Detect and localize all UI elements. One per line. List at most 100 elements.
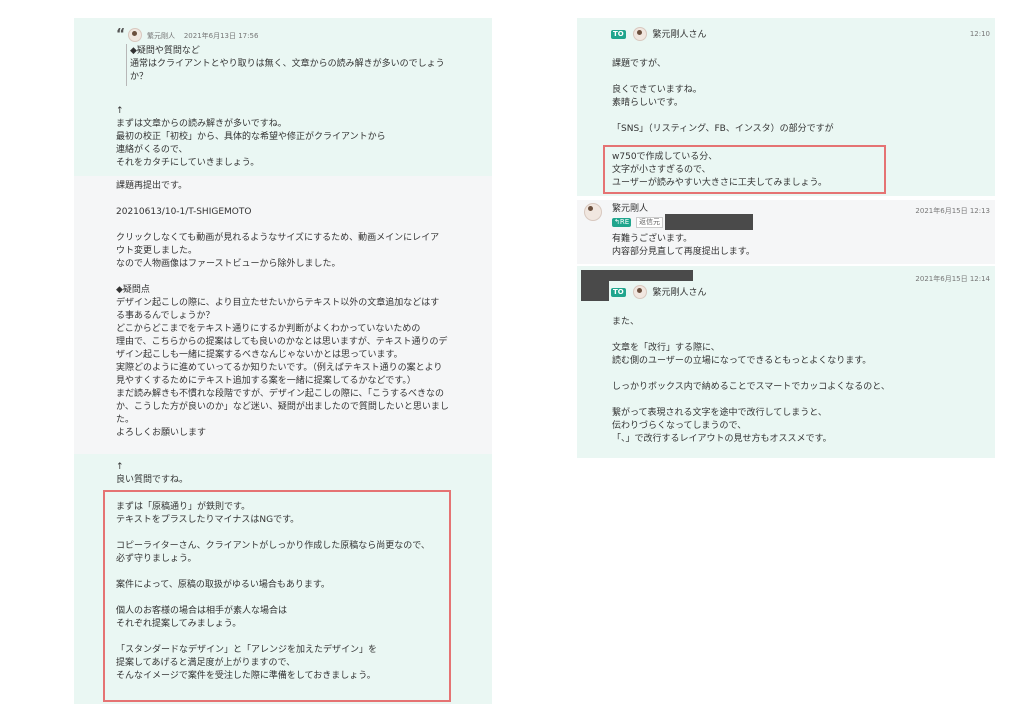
msg-line <box>612 329 987 342</box>
re-label: RE <box>619 218 630 226</box>
student-line: デザイン起こしの際に、より目立たせたいからテキスト以外の文章追加などはす <box>116 298 440 308</box>
msg-line: 文字が小さすぎるので、 <box>612 165 711 175</box>
quote-date: 2021年6月13日 17:56 <box>183 31 259 40</box>
student-line: よろしくお願いします <box>116 428 207 438</box>
quote-header: “ 繁元剛人 2021年6月13日 17:56 <box>116 28 476 43</box>
msg2-date: 2021年6月15日 12:13 <box>915 207 990 215</box>
reply-line: それをカタチにしていきましょう。 <box>116 158 260 168</box>
reply-line: 良い質問ですね。 <box>116 475 189 485</box>
student-line: 見やすくするためにテキスト追加する案を一緒に提案してるかなどです。） <box>116 376 416 386</box>
msg-line: ユーザーが読みやすい大きさに工夫してみましょう。 <box>612 178 828 188</box>
student-text: 課題再提出です。 20210613/10-1/T-SHIGEMOTO クリックし… <box>116 180 486 440</box>
msg-line: 伝わりづらくなってしまうので、 <box>612 421 747 431</box>
msg-line: 良くできていますね。 <box>612 85 702 95</box>
reply-line: テキストをプラスしたりマイナスはNGです。 <box>116 515 300 525</box>
reply-source-tag[interactable]: 返信元 <box>636 217 664 228</box>
reply-line: まずは文章からの読み解きが多いですね。 <box>116 119 287 129</box>
student-line <box>116 193 486 206</box>
reply-line: ↑ <box>116 462 124 472</box>
redacted-block <box>581 281 609 301</box>
reply-line <box>116 527 446 540</box>
reply-line: 案件によって、原稿の取扱がゆるい場合もあります。 <box>116 580 330 590</box>
avatar <box>584 203 602 221</box>
reply-line <box>116 566 446 579</box>
student-line: どこからどこまでをテキスト通りにするか判断がよくわかっていないための <box>116 324 421 334</box>
reply-line: 個人のお客様の場合は相手が素人な場合は <box>116 606 288 616</box>
student-line: ウト変更しました。 <box>116 246 198 256</box>
student-line: ◆疑問点 <box>116 285 150 295</box>
msg3-header: TO 繁元剛人さん <box>611 285 981 300</box>
msg3-text: また、 文章を「改行」する際に、 読む側のユーザーの立場になってできるともっとよ… <box>612 316 987 446</box>
reply-box-text: まずは「原稿通り」が鉄則です。 テキストをプラスしたりマイナスはNGです。 コピ… <box>116 501 446 683</box>
reply-line: ↑ <box>116 106 124 116</box>
student-line: 理由で、こちらからの提案はしても良いのかなとは思いますが、テキスト通りのデ <box>116 337 448 347</box>
quote-text: ◆疑問や質問など 通常はクライアントとやり取りは無く、文章からの読み解きが多いの… <box>130 45 470 84</box>
msg2-text: 有難うございます。 内容部分見直して再度提出します。 <box>612 233 982 259</box>
student-line: 実際どのように進めていってるか知りたいです。（例えばテキスト通りの案とより <box>116 363 443 373</box>
msg2-re-row[interactable]: ↰RE 返信元 <box>612 217 664 230</box>
msg2-avatar-wrap <box>584 203 602 221</box>
msg-line: 「SNS」（リスティング、FB、インスタ）の部分ですが <box>612 124 834 134</box>
reply-line: まずは「原稿通り」が鉄則です。 <box>116 502 251 512</box>
msg-line: 「、」で改行するレイアウトの見せ方もオススメです。 <box>612 434 832 444</box>
reply-line: それぞれ提案してみましょう。 <box>116 619 242 629</box>
student-line: 20210613/10-1/T-SHIGEMOTO <box>116 207 252 217</box>
reply-to-badge[interactable]: ↰RE <box>612 218 632 227</box>
msg-line: 文章を「改行」する際に、 <box>612 343 720 353</box>
reply-text-2: ↑ 良い質問ですね。 <box>116 461 486 487</box>
reply-line: 連絡がくるので、 <box>116 145 188 155</box>
quote-bar <box>126 44 127 86</box>
quote-mark-icon: “ <box>116 26 126 43</box>
student-line: まだ読み解きも不慣れな段階ですが、デザイン起こしの際に、「こうするべきなの <box>116 389 445 399</box>
quote-line: か？ <box>130 72 149 82</box>
student-line <box>116 271 486 284</box>
redacted-block <box>665 214 753 230</box>
msg-line <box>612 110 982 123</box>
msg1-header: TO 繁元剛人さん <box>611 27 981 42</box>
student-line: なので人物画像はファーストビューから除外しました。 <box>116 259 341 269</box>
msg-line: 課題ですが、 <box>612 59 666 69</box>
reply-line <box>116 592 446 605</box>
msg-line <box>612 368 987 381</box>
reply-line: 「スタンダードなデザイン」と「アレンジを加えたデザイン」を <box>116 645 378 655</box>
msg-line: 繋がって表現される文字を途中で改行してしまうと、 <box>612 408 827 418</box>
student-line <box>116 219 486 232</box>
student-line: か、こうした方が良いのか」など迷い、疑問が出ましたので質問したいと思いまし <box>116 402 449 412</box>
to-badge: TO <box>611 29 626 39</box>
msg-line: 内容部分見直して再度提出します。 <box>612 247 755 257</box>
reply-line: 最初の校正「初校」から、具体的な希望や修正がクライアントから <box>116 132 386 142</box>
msg-line: また、 <box>612 317 640 327</box>
msg1-time: 12:10 <box>969 30 990 38</box>
reply-line: 必ず守りましょう。 <box>116 554 197 564</box>
msg-line <box>612 71 982 84</box>
avatar <box>128 28 143 42</box>
avatar <box>632 27 647 41</box>
msg-line: 読む側のユーザーの立場になってできるともっとよくなります。 <box>612 356 872 366</box>
student-line: ザイン起こしも一緒に提案するべきなんじゃないかとは思っています。 <box>116 350 403 360</box>
msg2-author: 繁元剛人 <box>612 204 649 214</box>
avatar <box>632 285 647 299</box>
redacted-block <box>581 270 693 281</box>
reply-line <box>116 631 446 644</box>
student-line: 課題再提出です。 <box>116 181 188 191</box>
student-line: クリックしなくても動画が見れるようなサイズにするため、動画メインにレイア <box>116 233 440 243</box>
msg1-box-text: w750で作成している分、 文字が小さすぎるので、 ユーザーが読みやすい大きさに… <box>612 151 882 190</box>
msg-line: 有難うございます。 <box>612 234 693 244</box>
msg-line: w750で作成している分、 <box>612 152 718 162</box>
reply-line: コピーライターさん、クライアントがしっかり作成した原稿なら尚更なので、 <box>116 541 430 551</box>
student-line: る事あるんでしょうか？ <box>116 311 215 321</box>
msg-line: しっかりボックス内で納めることでスマートでカッコよくなるのと、 <box>612 382 890 392</box>
quote-author: 繁元剛人 <box>146 31 175 40</box>
student-line: た。 <box>116 415 135 425</box>
msg-line: 素晴らしいです。 <box>612 98 683 108</box>
reply-line: 提案してあげると満足度が上がりますので、 <box>116 658 296 668</box>
msg-line <box>612 394 987 407</box>
to-badge: TO <box>611 287 626 297</box>
quote-line: ◆疑問や質問など <box>130 46 200 56</box>
quote-line: 通常はクライアントとやり取りは無く、文章からの読み解きが多いのでしょう <box>130 59 445 69</box>
reply-text-1: ↑ まずは文章からの読み解きが多いですね。 最初の校正「初校」から、具体的な希望… <box>116 105 486 170</box>
to-name: 繁元剛人さん <box>652 29 707 40</box>
reply-line: そんなイメージで案件を受注した際に準備をしておきましょう。 <box>116 671 376 681</box>
to-name: 繁元剛人さん <box>652 287 707 298</box>
msg1-text: 課題ですが、 良くできていますね。 素晴らしいです。 「SNS」（リスティング、… <box>612 58 982 136</box>
